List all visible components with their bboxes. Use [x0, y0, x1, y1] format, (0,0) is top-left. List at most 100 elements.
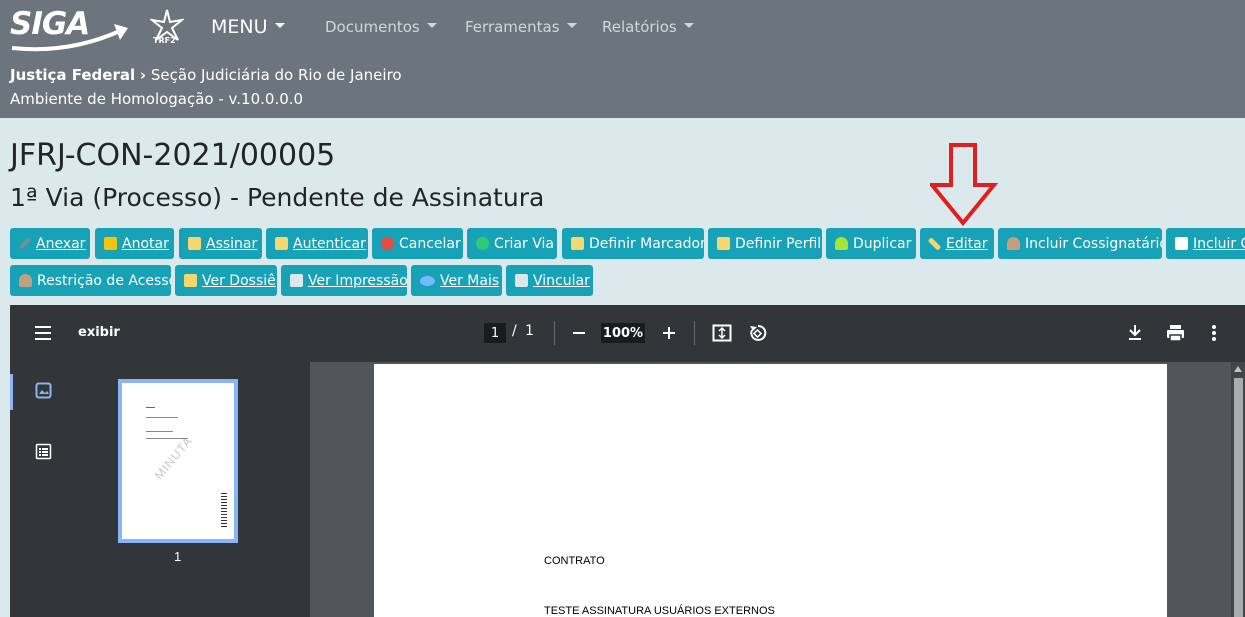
page-separator: / — [512, 323, 517, 339]
highlight-down-arrow-icon — [930, 143, 998, 227]
menu-ferramentas-label: Ferramentas — [465, 18, 560, 36]
breadcrumb: Justiça Federal › Seção Judiciária do Ri… — [10, 66, 402, 84]
thumbnail-barcode — [221, 493, 227, 529]
autenticar-button[interactable]: Autenticar — [266, 228, 368, 259]
environment-label: Ambiente de Homologação - v.10.0.0.0 — [10, 90, 304, 108]
duplicar-button[interactable]: Duplicar — [826, 228, 916, 259]
ver-dossie-button[interactable]: Ver Dossiê — [175, 265, 277, 296]
rotate-icon[interactable] — [748, 323, 768, 343]
cancelar-button[interactable]: Cancelar — [372, 228, 463, 259]
sidebar-active-indicator — [10, 374, 13, 410]
folder-user-icon — [717, 237, 730, 250]
print-icon[interactable] — [1166, 324, 1185, 342]
duplicate-icon — [835, 237, 848, 250]
authenticate-icon — [275, 237, 288, 250]
folder-tag-icon — [571, 237, 584, 250]
menu-documentos[interactable]: Documentos — [325, 18, 437, 36]
link-doc-icon — [515, 274, 528, 287]
pdf-page: CONTRATO TESTE ASSINATURA USUÁRIOS EXTER… — [374, 364, 1167, 617]
thumbnail-line — [146, 407, 155, 408]
page-number-input[interactable]: 1 — [484, 323, 506, 343]
chevron-down-icon — [566, 23, 577, 28]
zoom-in-icon[interactable] — [662, 325, 676, 341]
top-navbar: SIGA TRF2 MENU Documentos Ferramentas Re… — [0, 0, 1245, 118]
incluir-copia-label: Incluir C — [1193, 235, 1245, 252]
pdf-title: exibir — [78, 325, 120, 340]
chevron-down-icon — [426, 23, 437, 28]
pencil-icon — [927, 236, 942, 251]
definir-perfil-button[interactable]: Definir Perfil — [708, 228, 822, 259]
scroll-thumb[interactable] — [1234, 378, 1243, 617]
chevron-down-icon — [683, 23, 694, 28]
anexar-label: Anexar — [36, 235, 86, 252]
thumbnail-line — [146, 431, 173, 432]
vincular-button[interactable]: Vincular — [506, 265, 593, 296]
ver-mais-label: Ver Mais — [440, 272, 500, 289]
assinar-label: Assinar — [206, 235, 258, 252]
main-menu-button[interactable]: MENU — [211, 16, 285, 38]
thumbnail-page-number: 1 — [174, 549, 182, 564]
outline-view-icon[interactable] — [35, 443, 53, 461]
ver-impressao-button[interactable]: Ver Impressão — [281, 265, 407, 296]
criar-via-label: Criar Via — [494, 235, 554, 252]
page-thumbnail[interactable]: MINUTA — [118, 379, 238, 543]
copy-icon — [1175, 237, 1188, 250]
incluir-cossignatario-button[interactable]: Incluir Cossignatário — [998, 228, 1162, 259]
toolbar-divider — [694, 321, 695, 345]
ver-impressao-label: Ver Impressão — [308, 272, 407, 289]
restricao-acesso-label: Restrição de Acesso — [37, 272, 171, 289]
assinar-button[interactable]: Assinar — [179, 228, 262, 259]
chevron-down-icon — [274, 23, 285, 28]
logo-swoosh-icon — [11, 24, 128, 52]
definir-marcador-button[interactable]: Definir Marcador — [562, 228, 704, 259]
document-code-title: JFRJ-CON-2021/00005 — [10, 138, 336, 173]
zoom-out-icon[interactable] — [572, 325, 586, 341]
zoom-level-input[interactable]: 100% — [601, 323, 645, 343]
menu-relatorios[interactable]: Relatórios — [602, 18, 694, 36]
folder-icon — [184, 274, 197, 287]
thumbnails-view-icon[interactable] — [35, 382, 53, 400]
pdf-toolbar: exibir 1 / 1 100% — [10, 305, 1245, 362]
menu-documentos-label: Documentos — [325, 18, 420, 36]
user-icon — [1007, 237, 1020, 250]
paperclip-icon — [18, 237, 32, 250]
toolbar-divider — [554, 321, 555, 345]
vincular-label: Vincular — [533, 272, 590, 289]
thumbnail-watermark: MINUTA — [151, 433, 196, 483]
download-icon[interactable] — [1127, 324, 1143, 342]
printer-icon — [290, 274, 303, 287]
menu-ferramentas[interactable]: Ferramentas — [465, 18, 577, 36]
more-options-icon[interactable] — [1209, 324, 1219, 342]
main-menu-label: MENU — [211, 16, 268, 38]
editar-button[interactable]: Editar — [920, 228, 994, 259]
incluir-copia-button[interactable]: Incluir C — [1166, 228, 1245, 259]
anexar-button[interactable]: Anexar — [10, 228, 90, 259]
scroll-up-icon[interactable] — [1234, 366, 1242, 372]
pdf-scrollbar[interactable] — [1231, 362, 1245, 617]
pdf-page-area: CONTRATO TESTE ASSINATURA USUÁRIOS EXTER… — [310, 362, 1245, 617]
eye-icon — [420, 275, 435, 286]
restricao-acesso-button[interactable]: Restrição de Acesso — [10, 265, 171, 296]
anotar-button[interactable]: Anotar — [95, 228, 174, 259]
breadcrumb-root[interactable]: Justiça Federal — [10, 66, 135, 84]
users-lock-icon — [19, 274, 32, 287]
siga-logo[interactable]: SIGA — [10, 6, 130, 52]
anotar-label: Anotar — [122, 235, 169, 252]
hamburger-menu-icon[interactable] — [34, 325, 54, 341]
criar-via-button[interactable]: Criar Via — [467, 228, 557, 259]
trf2-label: TRF2 — [153, 36, 176, 45]
breadcrumb-separator-icon: › — [139, 66, 147, 84]
total-pages: 1 — [525, 323, 534, 339]
fit-page-icon[interactable] — [712, 324, 732, 342]
ver-dossie-label: Ver Dossiê — [202, 272, 276, 289]
definir-marcador-label: Definir Marcador — [589, 235, 704, 252]
ver-mais-button[interactable]: Ver Mais — [411, 265, 502, 296]
page-text-line: CONTRATO — [544, 555, 605, 567]
sign-icon — [188, 237, 201, 250]
note-icon — [104, 237, 117, 250]
document-status-subtitle: 1ª Via (Processo) - Pendente de Assinatu… — [10, 183, 545, 212]
autenticar-label: Autenticar — [293, 235, 366, 252]
pdf-viewer: exibir 1 / 1 100% MINUTA 1 CONTRATO TEST… — [10, 305, 1245, 617]
incluir-cossignatario-label: Incluir Cossignatário — [1025, 235, 1162, 252]
cancelar-label: Cancelar — [399, 235, 461, 252]
